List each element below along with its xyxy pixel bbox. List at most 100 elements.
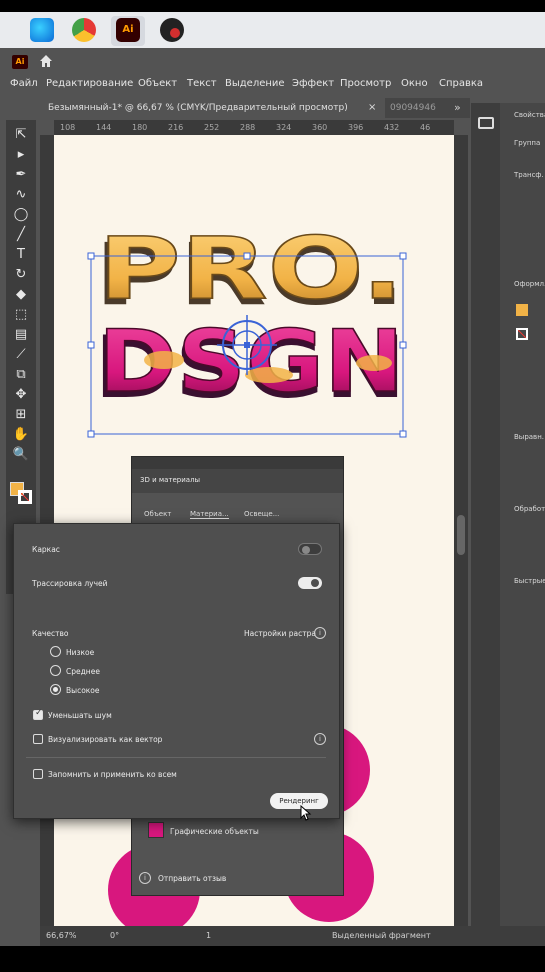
artboard-number[interactable]: 1 bbox=[206, 931, 211, 940]
feedback-icon[interactable]: i bbox=[139, 872, 151, 884]
menu-file[interactable]: Файл bbox=[10, 78, 38, 89]
stroke-swatch[interactable] bbox=[18, 490, 32, 504]
blend-tool-icon[interactable]: ⧉ bbox=[12, 366, 30, 384]
close-icon[interactable]: × bbox=[368, 102, 376, 113]
home-icon[interactable] bbox=[38, 53, 54, 69]
pen-tool-icon[interactable]: ✒ bbox=[12, 166, 30, 184]
headline-line-1[interactable]: PRO. bbox=[97, 218, 405, 320]
reduce-noise-checkbox[interactable] bbox=[33, 708, 43, 720]
ruler-tick: 360 bbox=[312, 123, 328, 132]
quality-medium-label: Среднее bbox=[66, 667, 100, 676]
menu-bar: Файл Редактирование Объект Текст Выделен… bbox=[0, 74, 545, 96]
info-icon[interactable]: i bbox=[314, 627, 326, 639]
properties-align-label: Выравн. bbox=[514, 433, 544, 441]
document-tab-title: Безымянный-1* @ 66,67 % (CMYK/Предварите… bbox=[48, 103, 348, 113]
selection-handle[interactable] bbox=[87, 341, 95, 349]
direct-selection-tool-icon[interactable]: ▸ bbox=[12, 146, 30, 164]
selection-handle[interactable] bbox=[87, 252, 95, 260]
selection-handle[interactable] bbox=[87, 430, 95, 438]
symbol-tool-icon[interactable]: ✥ bbox=[12, 386, 30, 404]
ruler-tick: 432 bbox=[384, 123, 400, 132]
quality-high-radio[interactable] bbox=[50, 684, 61, 695]
panel-title: 3D и материалы bbox=[140, 476, 201, 484]
selection-handle[interactable] bbox=[399, 430, 407, 438]
vertical-scrollbar[interactable] bbox=[454, 135, 468, 957]
quality-low-radio[interactable] bbox=[50, 646, 61, 657]
tab-materials[interactable]: Материа... bbox=[190, 510, 229, 519]
ruler-tick: 252 bbox=[204, 123, 220, 132]
raytrace-label: Трассировка лучей bbox=[32, 579, 108, 588]
selection-handle[interactable] bbox=[243, 252, 251, 260]
menu-effect[interactable]: Эффект bbox=[292, 78, 334, 89]
properties-panel: Свойства Группа Трансф. Оформл. Выравн. … bbox=[500, 103, 545, 972]
menu-select[interactable]: Выделение bbox=[225, 78, 285, 89]
eraser-tool-icon[interactable]: ◆ bbox=[12, 286, 30, 304]
menu-view[interactable]: Просмотр bbox=[340, 78, 391, 89]
wireframe-toggle[interactable] bbox=[298, 543, 322, 555]
rotation-value[interactable]: 0° bbox=[110, 931, 119, 940]
gradient-tool-icon[interactable]: ▤ bbox=[12, 326, 30, 344]
menu-text[interactable]: Текст bbox=[187, 78, 217, 89]
windows-taskbar: Ai bbox=[0, 12, 545, 48]
render-as-vector-checkbox[interactable] bbox=[33, 734, 43, 744]
mouse-cursor-icon bbox=[300, 805, 312, 821]
tab-object[interactable]: Объект bbox=[144, 510, 171, 518]
edge-app-icon[interactable] bbox=[30, 18, 54, 42]
illustrator-app-icon[interactable]: Ai bbox=[116, 18, 140, 42]
free-transform-tool-icon[interactable]: ⬚ bbox=[12, 306, 30, 324]
render-as-vector-label: Визуализировать как вектор bbox=[48, 735, 163, 744]
more-tabs-icon[interactable]: » bbox=[454, 101, 461, 114]
quality-label: Качество bbox=[32, 629, 69, 638]
panel-title-bar: 3D и материалы bbox=[132, 469, 343, 493]
panel-icon-strip bbox=[471, 103, 500, 972]
render-button[interactable]: Рендеринг bbox=[270, 793, 328, 809]
app-badge-icon bbox=[170, 28, 180, 38]
rotate-tool-icon[interactable]: ↻ bbox=[12, 266, 30, 284]
swirl-accent bbox=[356, 355, 392, 371]
ellipse-tool-icon[interactable]: ◯ bbox=[12, 206, 30, 224]
artboard-tool-icon[interactable]: ⊞ bbox=[12, 406, 30, 424]
selection-handle[interactable] bbox=[399, 252, 407, 260]
swirl-accent bbox=[144, 351, 184, 369]
zoom-tool-icon[interactable]: 🔍 bbox=[12, 446, 30, 464]
chrome-app-icon[interactable] bbox=[72, 18, 96, 42]
raster-settings-link[interactable]: Настройки растра bbox=[244, 629, 316, 638]
ruler-tick: 288 bbox=[240, 123, 256, 132]
stroke-color-swatch[interactable] bbox=[516, 328, 528, 340]
document-tab-2[interactable]: 09094946 bbox=[390, 103, 436, 113]
scroll-thumb[interactable] bbox=[457, 515, 465, 555]
layer-row-label: Графические объекты bbox=[170, 827, 259, 836]
menu-object[interactable]: Объект bbox=[138, 78, 177, 89]
brush-tool-icon[interactable]: ╱ bbox=[12, 226, 30, 244]
panel-header-bar[interactable] bbox=[132, 457, 343, 469]
selection-tool-icon[interactable]: ⇱ bbox=[12, 126, 30, 144]
quality-medium-radio[interactable] bbox=[50, 665, 61, 676]
menu-window[interactable]: Окно bbox=[401, 78, 428, 89]
horizontal-ruler: 108 144 180 216 252 288 324 360 396 432 … bbox=[54, 120, 454, 135]
ruler-tick: 180 bbox=[132, 123, 148, 132]
document-tab[interactable]: Безымянный-1* @ 66,67 % (CMYK/Предварите… bbox=[40, 98, 385, 118]
menu-edit[interactable]: Редактирование bbox=[46, 78, 133, 89]
comments-icon[interactable] bbox=[478, 117, 494, 129]
curvature-tool-icon[interactable]: ∿ bbox=[12, 186, 30, 204]
raytrace-toggle[interactable] bbox=[298, 577, 322, 589]
ruler-tick: 396 bbox=[348, 123, 364, 132]
layer-thumbnail[interactable] bbox=[148, 822, 164, 838]
properties-pathfinder-label: Обработка bbox=[514, 505, 545, 513]
info-icon[interactable]: i bbox=[314, 733, 326, 745]
feedback-link[interactable]: Отправить отзыв bbox=[158, 874, 226, 883]
properties-group-label: Группа bbox=[514, 139, 541, 147]
properties-quick-actions-label: Быстрые bbox=[514, 577, 545, 585]
eyedropper-tool-icon[interactable]: ⟋ bbox=[12, 346, 30, 364]
tab-lighting[interactable]: Освеще... bbox=[244, 510, 279, 518]
selection-handle[interactable] bbox=[399, 341, 407, 349]
fill-color-swatch[interactable] bbox=[516, 304, 528, 316]
menu-help[interactable]: Справка bbox=[439, 78, 483, 89]
app-bar: Ai bbox=[0, 48, 545, 74]
zoom-level[interactable]: 66,67% bbox=[46, 931, 77, 940]
type-tool-icon[interactable]: T bbox=[12, 246, 30, 264]
ruler-tick: 324 bbox=[276, 123, 292, 132]
remember-apply-checkbox[interactable] bbox=[33, 769, 43, 779]
hand-tool-icon[interactable]: ✋ bbox=[12, 426, 30, 444]
screen: Ai Ai Файл Редактирование Объект Текст В… bbox=[0, 0, 545, 972]
